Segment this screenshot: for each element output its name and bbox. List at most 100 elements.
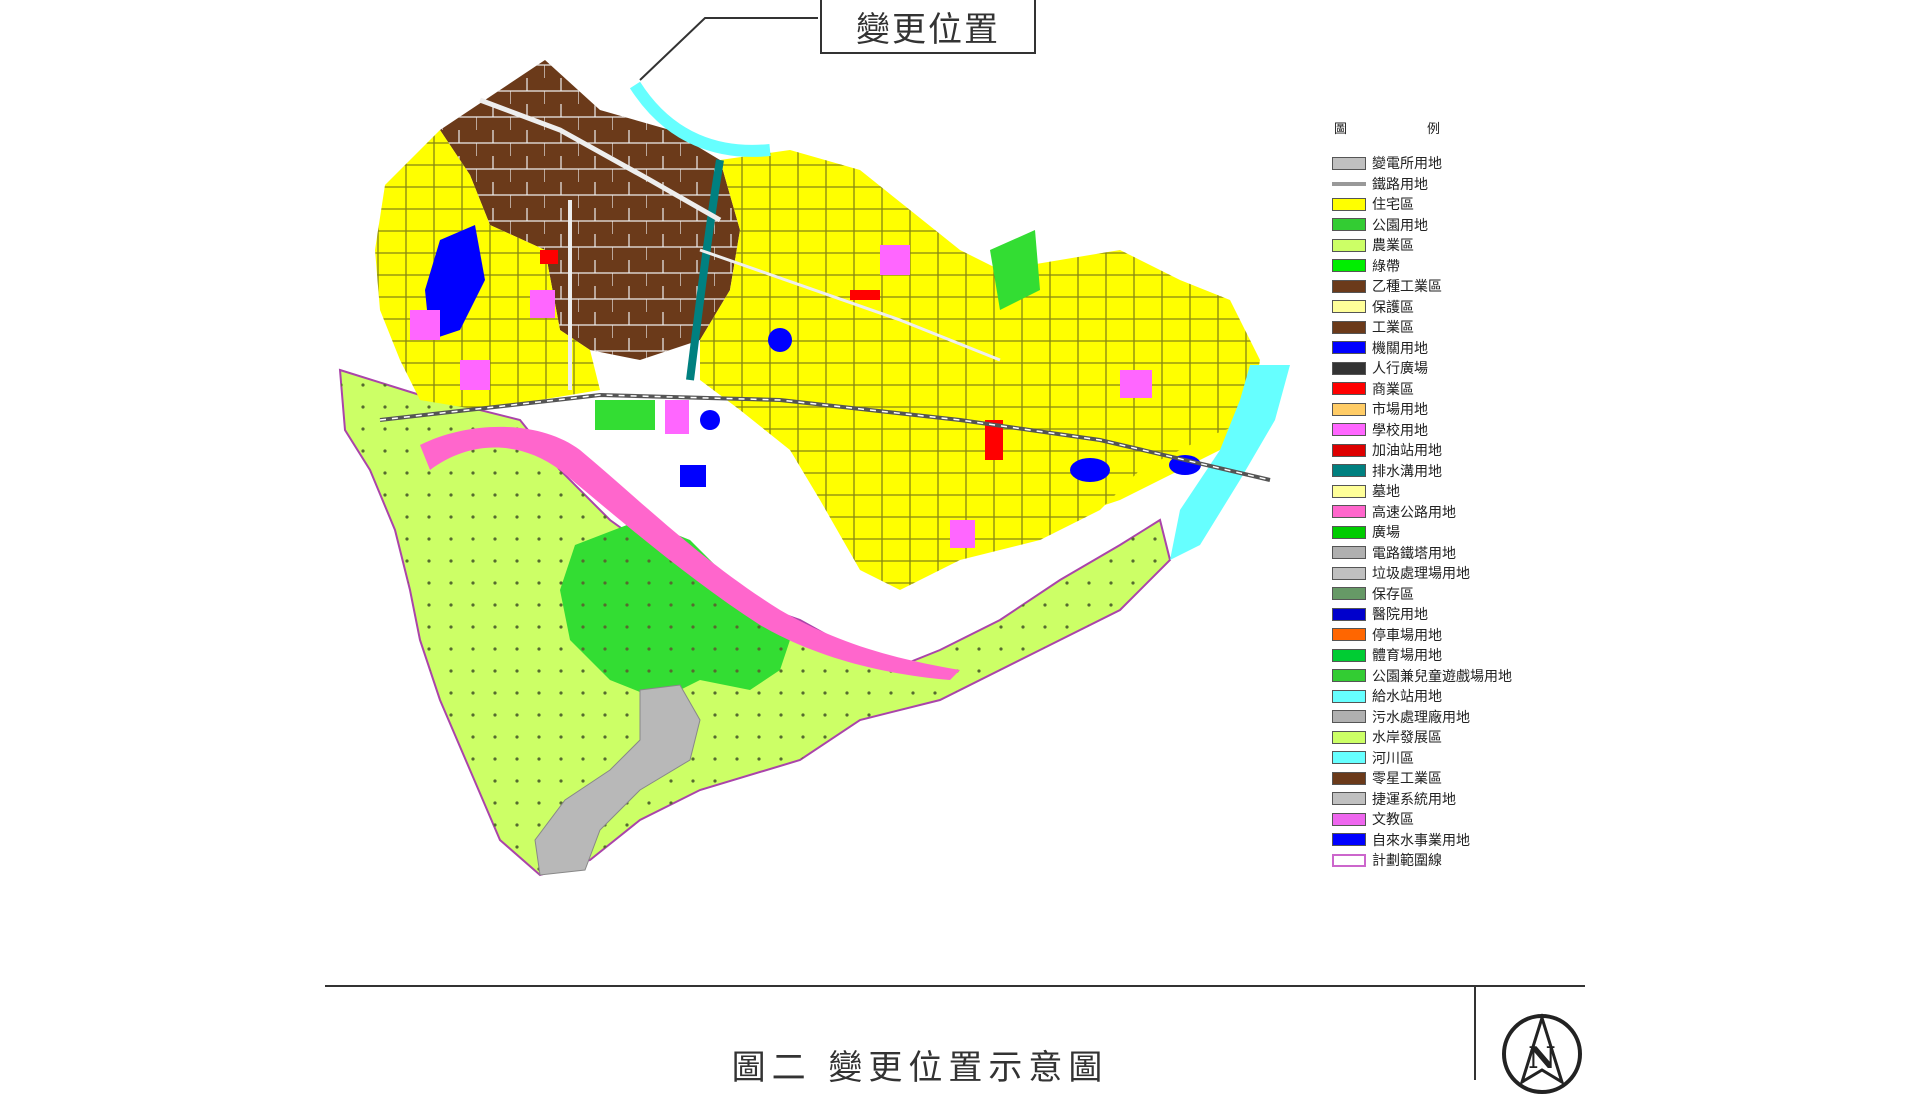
legend-label: 人行廣場	[1372, 361, 1428, 378]
legend-swatch	[1332, 751, 1366, 765]
legend-label: 住宅區	[1372, 197, 1414, 214]
map-legend: 圖 例 變電所用地鐵路用地住宅區公園用地農業區綠帶乙種工業區保護區工業區機關用地…	[1332, 118, 1592, 871]
legend-label: 公園兼兒童遊戲場用地	[1372, 668, 1512, 685]
legend-label: 高速公路用地	[1372, 504, 1456, 521]
legend-row: 排水溝用地	[1332, 461, 1592, 482]
government-block	[768, 328, 792, 352]
legend-swatch	[1332, 505, 1366, 519]
government-block	[700, 410, 720, 430]
map-canvas	[338, 17, 1290, 877]
north-arrow-letter: N	[1528, 1041, 1555, 1076]
legend-swatch	[1332, 833, 1366, 847]
callout-leader-line	[639, 17, 818, 81]
legend-label: 商業區	[1372, 381, 1414, 398]
legend-label: 墓地	[1372, 484, 1400, 501]
legend-row: 保護區	[1332, 297, 1592, 318]
legend-row: 變電所用地	[1332, 153, 1592, 174]
legend-label: 乙種工業區	[1372, 279, 1442, 296]
legend-row: 住宅區	[1332, 194, 1592, 215]
legend-header: 圖 例	[1334, 118, 1592, 137]
school-block	[1120, 370, 1152, 398]
legend-row: 乙種工業區	[1332, 276, 1592, 297]
school-block	[460, 360, 490, 390]
legend-row: 機關用地	[1332, 338, 1592, 359]
legend-row: 高速公路用地	[1332, 502, 1592, 523]
park-patch	[595, 400, 655, 430]
legend-row: 停車場用地	[1332, 625, 1592, 646]
legend-label: 醫院用地	[1372, 607, 1428, 624]
legend-label: 體育場用地	[1372, 648, 1442, 665]
legend-row: 零星工業區	[1332, 768, 1592, 789]
legend-swatch	[1332, 279, 1366, 293]
figure-caption: 圖二 變更位置示意圖	[731, 1048, 1109, 1088]
commercial-block	[850, 290, 880, 300]
legend-label: 零星工業區	[1372, 771, 1442, 788]
legend-swatch	[1332, 710, 1366, 724]
legend-swatch	[1332, 259, 1366, 273]
legend-swatch	[1332, 566, 1366, 580]
legend-row: 捷運系統用地	[1332, 789, 1592, 810]
legend-row: 公園兼兒童遊戲場用地	[1332, 666, 1592, 687]
legend-row: 廣場	[1332, 522, 1592, 543]
legend-row: 污水處理廠用地	[1332, 707, 1592, 728]
legend-header-left: 圖	[1334, 122, 1348, 137]
school-block	[950, 520, 975, 548]
legend-label: 停車場用地	[1372, 627, 1442, 644]
legend-swatch	[1332, 156, 1366, 170]
legend-label: 保護區	[1372, 299, 1414, 316]
legend-swatch	[1332, 464, 1366, 478]
land-use-map	[0, 0, 1920, 1080]
legend-row: 農業區	[1332, 235, 1592, 256]
government-block	[1070, 458, 1110, 482]
legend-swatch	[1332, 181, 1366, 186]
legend-swatch	[1332, 525, 1366, 539]
legend-swatch	[1332, 382, 1366, 396]
legend-row: 綠帶	[1332, 256, 1592, 277]
legend-row: 給水站用地	[1332, 686, 1592, 707]
legend-swatch	[1332, 648, 1366, 662]
legend-label: 自來水事業用地	[1372, 832, 1470, 849]
legend-label: 學校用地	[1372, 422, 1428, 439]
legend-swatch	[1332, 218, 1366, 232]
legend-swatch	[1332, 361, 1366, 375]
school-block	[665, 400, 689, 434]
change-location-callout: 變更位置	[820, 0, 1036, 54]
legend-label: 污水處理廠用地	[1372, 709, 1470, 726]
legend-swatch	[1332, 607, 1366, 621]
legend-swatch	[1332, 689, 1366, 703]
legend-label: 計劃範圍線	[1372, 853, 1442, 870]
legend-label: 保存區	[1372, 586, 1414, 603]
legend-swatch	[1332, 546, 1366, 560]
legend-row: 水岸發展區	[1332, 727, 1592, 748]
legend-swatch	[1332, 853, 1366, 867]
legend-swatch	[1332, 423, 1366, 437]
legend-label: 工業區	[1372, 320, 1414, 337]
legend-label: 農業區	[1372, 238, 1414, 255]
legend-row: 公園用地	[1332, 215, 1592, 236]
legend-swatch	[1332, 792, 1366, 806]
legend-swatch	[1332, 484, 1366, 498]
school-block	[530, 290, 555, 318]
commercial-block	[540, 250, 558, 264]
legend-label: 水岸發展區	[1372, 730, 1442, 747]
legend-rows: 變電所用地鐵路用地住宅區公園用地農業區綠帶乙種工業區保護區工業區機關用地人行廣場…	[1332, 153, 1592, 871]
legend-label: 廣場	[1372, 525, 1400, 542]
legend-swatch	[1332, 300, 1366, 314]
legend-row: 醫院用地	[1332, 604, 1592, 625]
legend-row: 體育場用地	[1332, 645, 1592, 666]
legend-label: 機關用地	[1372, 340, 1428, 357]
legend-swatch	[1332, 197, 1366, 211]
legend-swatch	[1332, 587, 1366, 601]
legend-label: 捷運系統用地	[1372, 791, 1456, 808]
legend-label: 河川區	[1372, 750, 1414, 767]
legend-label: 鐵路用地	[1372, 176, 1428, 193]
legend-row: 墓地	[1332, 481, 1592, 502]
legend-label: 變電所用地	[1372, 156, 1442, 173]
legend-row: 商業區	[1332, 379, 1592, 400]
legend-label: 綠帶	[1372, 258, 1400, 275]
legend-row: 市場用地	[1332, 399, 1592, 420]
legend-label: 公園用地	[1372, 217, 1428, 234]
legend-swatch	[1332, 771, 1366, 785]
legend-swatch	[1332, 238, 1366, 252]
legend-swatch	[1332, 628, 1366, 642]
